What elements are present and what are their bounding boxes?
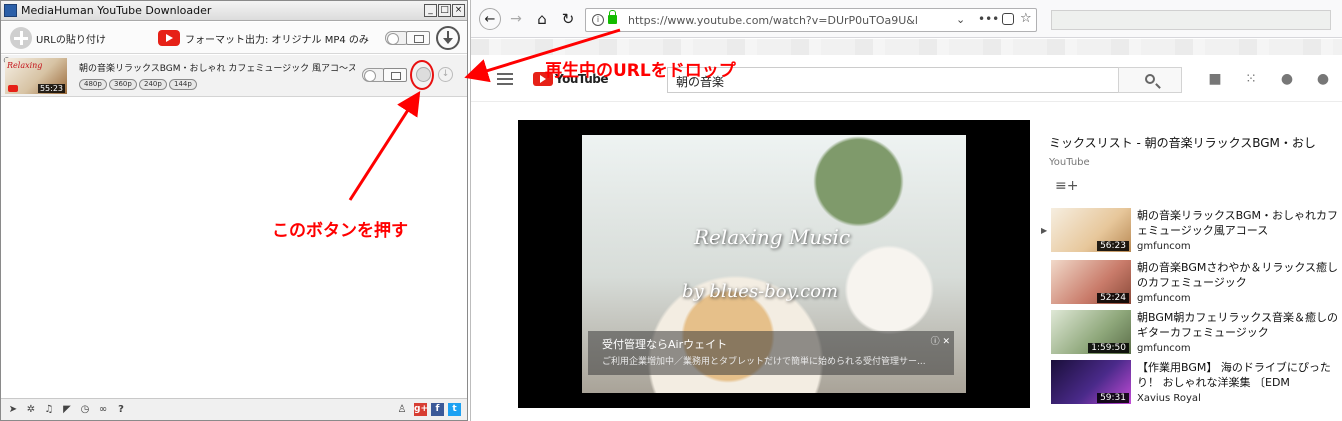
arrow-to-button — [348, 90, 421, 201]
annotation-arrows — [348, 28, 621, 201]
arrow-to-downloader — [464, 28, 621, 83]
